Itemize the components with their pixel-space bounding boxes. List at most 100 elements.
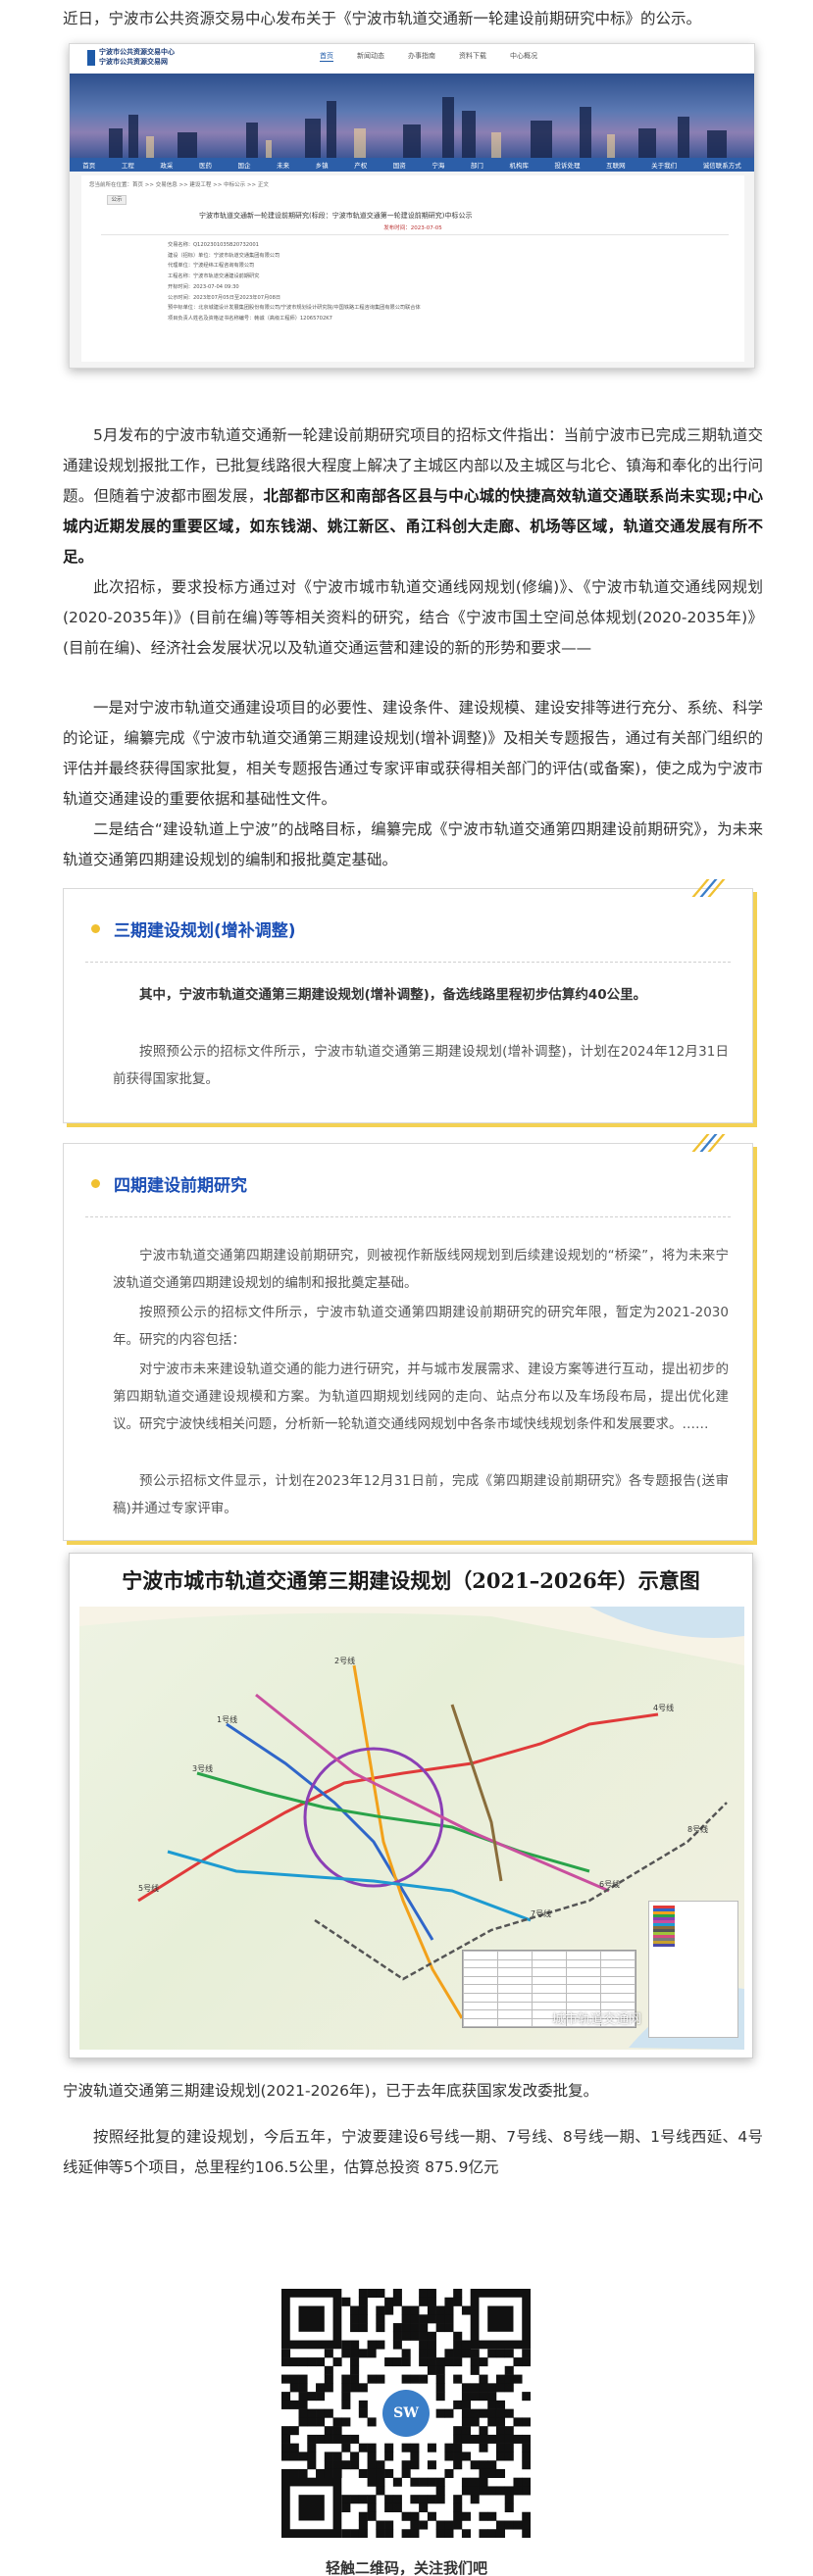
screenshot-header: 宁波市公共资源交易中心 宁波市公共资源交易网 首页 新闻动态 办事指南 资料下载…: [70, 44, 754, 74]
qr-module: [435, 2357, 445, 2367]
qr-module: [435, 2365, 445, 2375]
qr-module: [453, 2460, 463, 2470]
qr-module: [324, 2468, 333, 2478]
qr-module: [419, 2289, 429, 2299]
bullet-dot-icon: [91, 1179, 100, 1188]
qr-module: [341, 2383, 351, 2393]
phase4-research-card: 四期建设前期研究 宁波市轨道交通第四期建设前期研究，则被视作新版线网规划到后续建…: [63, 1134, 753, 1541]
qr-module: [453, 2502, 463, 2513]
qr-module: [427, 2297, 436, 2306]
qr-module: [479, 2529, 488, 2539]
qr-module: [495, 2468, 506, 2478]
qr-module: [419, 2314, 429, 2324]
qr-module: [487, 2408, 497, 2418]
screenshot-detail-line: 公示时间：2023年07月05日至2023年07月08日: [168, 294, 281, 301]
screenshot-detail-line: 建设（招标）单位：宁波市轨道交通集团有限公司: [168, 252, 280, 259]
paragraph-approved-projects: 按照经批复的建设规划，今后五年，宁波要建设6号线一期、7号线、8号线一期、1号线…: [63, 2128, 763, 2176]
qr-module: [453, 2340, 463, 2350]
screenshot-announcement-body: 您当前所在位置：首页 >> 交易信息 >> 建设工程 >> 中标公示 >> 正文…: [81, 175, 744, 362]
qr-module: [358, 2468, 368, 2478]
qr-module: [470, 2357, 480, 2367]
qr-module: [461, 2349, 471, 2358]
qr-module: [341, 2400, 351, 2409]
qr-module: [522, 2417, 532, 2427]
qr-module: [298, 2383, 308, 2393]
qr-module: [495, 2408, 506, 2418]
qr-module: [444, 2305, 454, 2315]
qr-module: [444, 2468, 454, 2478]
qr-module: [298, 2417, 308, 2427]
qr-module: [427, 2477, 436, 2487]
qr-module: [401, 2443, 411, 2452]
qr-module: [487, 2417, 497, 2427]
qr-module: [350, 2452, 360, 2461]
screenshot-detail-line: 预中标单位：北京城建设计发展集团股份有限公司/宁波市规划设计研究院/中国铁路工程…: [168, 305, 421, 312]
legend-swatch: [653, 1944, 675, 1947]
qr-module: [281, 2426, 291, 2436]
qr-module: [401, 2511, 411, 2521]
qr-module: [487, 2511, 497, 2521]
qr-module: [410, 2331, 420, 2341]
paragraph-phase3-tasks: 一是对宁波市轨道交通建设项目的必要性、建设条件、建设规模、建设安排等进行充分、系…: [63, 699, 763, 808]
map-line-label: 2号线: [334, 1656, 355, 1665]
qr-module: [324, 2349, 333, 2358]
qr-module: [410, 2511, 420, 2521]
qr-module: [504, 2434, 514, 2444]
qr-module: [495, 2349, 506, 2358]
screenshot-nav-item: 首页: [320, 52, 333, 62]
qr-module: [444, 2323, 454, 2333]
qr-module: [401, 2323, 411, 2333]
qr-module: [522, 2349, 532, 2358]
qr-module: [324, 2365, 333, 2375]
card-stripes-decoration: [691, 879, 726, 899]
qr-finder-pattern: [298, 2495, 325, 2521]
qr-module: [350, 2374, 360, 2384]
follow-qr-code[interactable]: SW: [281, 2289, 532, 2539]
screenshot-menu-item: 投诉处理: [554, 162, 581, 170]
qr-module: [324, 2374, 333, 2384]
qr-module: [495, 2520, 506, 2530]
qr-module: [522, 2486, 532, 2496]
qr-module: [401, 2374, 411, 2384]
screenshot-detail-list: 交易名称：Q1202301035B20732001 建设（招标）单位：宁波市轨道…: [168, 240, 421, 324]
qr-module: [444, 2297, 454, 2306]
qr-module: [453, 2289, 463, 2299]
screenshot-main-menu: 首页 工程 政采 医药 国企 未来 乡镇 产权 国资 宁海 部门 机构库 投诉处…: [70, 158, 754, 172]
qr-module: [461, 2383, 471, 2393]
screenshot-nav-item: 办事指南: [408, 52, 435, 60]
qr-module: [350, 2314, 360, 2324]
qr-module: [350, 2305, 360, 2315]
qr-module: [358, 2323, 368, 2333]
qr-module: [487, 2468, 497, 2478]
qr-module: [384, 2520, 394, 2530]
rail-line-7: [167, 1850, 532, 1922]
qr-module: [341, 2374, 351, 2384]
qr-module: [392, 2331, 402, 2341]
qr-module: [350, 2357, 360, 2367]
qr-module: [461, 2452, 471, 2461]
qr-module: [401, 2529, 411, 2539]
qr-module: [401, 2357, 411, 2367]
screenshot-menu-item: 未来: [277, 162, 290, 170]
qr-module: [435, 2383, 445, 2393]
qr-module: [341, 2443, 351, 2452]
qr-module: [513, 2520, 523, 2530]
qr-module: [427, 2495, 436, 2504]
phase4-card-text: 对宁波市未来建设轨道交通的能力进行研究，并与城市发展需求、建设方案等进行互动，提…: [113, 1362, 729, 1432]
qr-module: [358, 2305, 368, 2315]
qr-caption: 轻触二维码，关注我们吧: [325, 2559, 487, 2576]
qr-module: [316, 2408, 326, 2418]
qr-module: [316, 2434, 326, 2444]
qr-module: [281, 2374, 291, 2384]
qr-module: [316, 2357, 326, 2367]
screenshot-detail-line: 开标时间：2023-07-04 09:30: [168, 283, 239, 290]
qr-module: [435, 2314, 445, 2324]
qr-module: [419, 2477, 429, 2487]
qr-module: [435, 2374, 445, 2384]
qr-module: [522, 2529, 532, 2539]
qr-module: [376, 2460, 385, 2470]
qr-module: [376, 2520, 385, 2530]
map-caption: 宁波轨道交通第三期建设规划(2021-2026年)，已于去年底获国家发改委批复。: [63, 2082, 599, 2100]
screenshot-menu-item: 医药: [198, 162, 212, 170]
qr-module: [410, 2529, 420, 2539]
